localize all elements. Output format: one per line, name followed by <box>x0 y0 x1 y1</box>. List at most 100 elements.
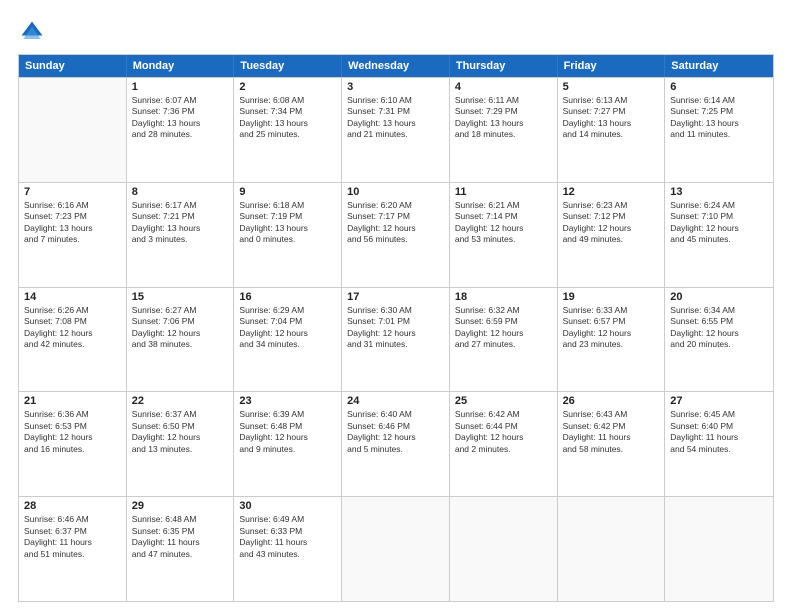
day-cell-5: 5 Sunrise: 6:13 AM Sunset: 7:27 PM Daylig… <box>558 78 666 182</box>
day-info: Sunrise: 6:36 AM Sunset: 6:53 PM Dayligh… <box>24 409 121 455</box>
day-number: 23 <box>239 395 336 407</box>
calendar-row-1: 1 Sunrise: 6:07 AM Sunset: 7:36 PM Daylig… <box>19 77 773 182</box>
day-number: 22 <box>132 395 229 407</box>
weekday-header-friday: Friday <box>558 55 666 77</box>
day-number: 16 <box>239 291 336 303</box>
day-cell-28: 28 Sunrise: 6:46 AM Sunset: 6:37 PM Dayli… <box>19 497 127 601</box>
weekday-header-saturday: Saturday <box>665 55 773 77</box>
day-cell-4: 4 Sunrise: 6:11 AM Sunset: 7:29 PM Daylig… <box>450 78 558 182</box>
day-number: 21 <box>24 395 121 407</box>
calendar: SundayMondayTuesdayWednesdayThursdayFrid… <box>18 54 774 602</box>
day-info: Sunrise: 6:34 AM Sunset: 6:55 PM Dayligh… <box>670 305 768 351</box>
day-number: 27 <box>670 395 768 407</box>
day-info: Sunrise: 6:23 AM Sunset: 7:12 PM Dayligh… <box>563 200 660 246</box>
day-number: 18 <box>455 291 552 303</box>
day-cell-7: 7 Sunrise: 6:16 AM Sunset: 7:23 PM Daylig… <box>19 183 127 287</box>
day-cell-16: 16 Sunrise: 6:29 AM Sunset: 7:04 PM Dayli… <box>234 288 342 392</box>
day-info: Sunrise: 6:26 AM Sunset: 7:08 PM Dayligh… <box>24 305 121 351</box>
day-info: Sunrise: 6:20 AM Sunset: 7:17 PM Dayligh… <box>347 200 444 246</box>
day-info: Sunrise: 6:11 AM Sunset: 7:29 PM Dayligh… <box>455 95 552 141</box>
day-number: 9 <box>239 186 336 198</box>
day-info: Sunrise: 6:16 AM Sunset: 7:23 PM Dayligh… <box>24 200 121 246</box>
day-cell-3: 3Sunrise: 6:10 AM Sunset: 7:31 PM Daylig… <box>342 78 450 182</box>
day-info: Sunrise: 6:43 AM Sunset: 6:42 PM Dayligh… <box>563 409 660 455</box>
weekday-header-sunday: Sunday <box>19 55 127 77</box>
weekday-header-thursday: Thursday <box>450 55 558 77</box>
day-cell-empty <box>19 78 127 182</box>
day-info: Sunrise: 6:27 AM Sunset: 7:06 PM Dayligh… <box>132 305 229 351</box>
day-cell-6: 6 Sunrise: 6:14 AM Sunset: 7:25 PM Daylig… <box>665 78 773 182</box>
day-number: 3 <box>347 81 444 93</box>
calendar-row-4: 21 Sunrise: 6:36 AM Sunset: 6:53 PM Dayli… <box>19 391 773 496</box>
day-cell-10: 10 Sunrise: 6:20 AM Sunset: 7:17 PM Dayli… <box>342 183 450 287</box>
calendar-header: SundayMondayTuesdayWednesdayThursdayFrid… <box>19 55 773 77</box>
day-number: 17 <box>347 291 444 303</box>
day-cell-empty <box>342 497 450 601</box>
day-cell-24: 24Sunrise: 6:40 AM Sunset: 6:46 PM Dayli… <box>342 392 450 496</box>
day-info: Sunrise: 6:48 AM Sunset: 6:35 PM Dayligh… <box>132 514 229 560</box>
day-info: Sunrise: 6:40 AM Sunset: 6:46 PM Dayligh… <box>347 409 444 455</box>
day-cell-19: 19Sunrise: 6:33 AM Sunset: 6:57 PM Dayli… <box>558 288 666 392</box>
calendar-row-2: 7 Sunrise: 6:16 AM Sunset: 7:23 PM Daylig… <box>19 182 773 287</box>
day-info: Sunrise: 6:13 AM Sunset: 7:27 PM Dayligh… <box>563 95 660 141</box>
logo-icon <box>18 18 46 46</box>
day-cell-30: 30Sunrise: 6:49 AM Sunset: 6:33 PM Dayli… <box>234 497 342 601</box>
day-number: 29 <box>132 500 229 512</box>
day-number: 5 <box>563 81 660 93</box>
day-cell-15: 15 Sunrise: 6:27 AM Sunset: 7:06 PM Dayli… <box>127 288 235 392</box>
day-info: Sunrise: 6:08 AM Sunset: 7:34 PM Dayligh… <box>239 95 336 141</box>
calendar-body: 1 Sunrise: 6:07 AM Sunset: 7:36 PM Daylig… <box>19 77 773 601</box>
day-cell-25: 25 Sunrise: 6:42 AM Sunset: 6:44 PM Dayli… <box>450 392 558 496</box>
day-info: Sunrise: 6:32 AM Sunset: 6:59 PM Dayligh… <box>455 305 552 351</box>
day-cell-18: 18 Sunrise: 6:32 AM Sunset: 6:59 PM Dayli… <box>450 288 558 392</box>
day-cell-empty <box>450 497 558 601</box>
day-number: 26 <box>563 395 660 407</box>
day-info: Sunrise: 6:29 AM Sunset: 7:04 PM Dayligh… <box>239 305 336 351</box>
day-number: 1 <box>132 81 229 93</box>
day-info: Sunrise: 6:17 AM Sunset: 7:21 PM Dayligh… <box>132 200 229 246</box>
day-info: Sunrise: 6:45 AM Sunset: 6:40 PM Dayligh… <box>670 409 768 455</box>
day-number: 15 <box>132 291 229 303</box>
day-cell-22: 22 Sunrise: 6:37 AM Sunset: 6:50 PM Dayli… <box>127 392 235 496</box>
day-info: Sunrise: 6:39 AM Sunset: 6:48 PM Dayligh… <box>239 409 336 455</box>
day-number: 28 <box>24 500 121 512</box>
day-cell-13: 13 Sunrise: 6:24 AM Sunset: 7:10 PM Dayli… <box>665 183 773 287</box>
day-number: 2 <box>239 81 336 93</box>
header <box>18 18 774 46</box>
page: SundayMondayTuesdayWednesdayThursdayFrid… <box>0 0 792 612</box>
day-number: 25 <box>455 395 552 407</box>
day-cell-8: 8Sunrise: 6:17 AM Sunset: 7:21 PM Daylig… <box>127 183 235 287</box>
weekday-header-tuesday: Tuesday <box>234 55 342 77</box>
day-cell-26: 26 Sunrise: 6:43 AM Sunset: 6:42 PM Dayli… <box>558 392 666 496</box>
day-number: 7 <box>24 186 121 198</box>
day-info: Sunrise: 6:07 AM Sunset: 7:36 PM Dayligh… <box>132 95 229 141</box>
day-info: Sunrise: 6:46 AM Sunset: 6:37 PM Dayligh… <box>24 514 121 560</box>
day-cell-27: 27 Sunrise: 6:45 AM Sunset: 6:40 PM Dayli… <box>665 392 773 496</box>
calendar-row-5: 28 Sunrise: 6:46 AM Sunset: 6:37 PM Dayli… <box>19 496 773 601</box>
day-info: Sunrise: 6:37 AM Sunset: 6:50 PM Dayligh… <box>132 409 229 455</box>
day-cell-empty <box>558 497 666 601</box>
day-cell-empty <box>665 497 773 601</box>
day-number: 30 <box>239 500 336 512</box>
day-cell-12: 12 Sunrise: 6:23 AM Sunset: 7:12 PM Dayli… <box>558 183 666 287</box>
day-number: 13 <box>670 186 768 198</box>
day-cell-2: 2 Sunrise: 6:08 AM Sunset: 7:34 PM Daylig… <box>234 78 342 182</box>
day-info: Sunrise: 6:42 AM Sunset: 6:44 PM Dayligh… <box>455 409 552 455</box>
day-cell-1: 1 Sunrise: 6:07 AM Sunset: 7:36 PM Daylig… <box>127 78 235 182</box>
day-number: 6 <box>670 81 768 93</box>
day-number: 10 <box>347 186 444 198</box>
day-number: 11 <box>455 186 552 198</box>
day-info: Sunrise: 6:30 AM Sunset: 7:01 PM Dayligh… <box>347 305 444 351</box>
day-info: Sunrise: 6:18 AM Sunset: 7:19 PM Dayligh… <box>239 200 336 246</box>
weekday-header-monday: Monday <box>127 55 235 77</box>
day-number: 4 <box>455 81 552 93</box>
day-info: Sunrise: 6:14 AM Sunset: 7:25 PM Dayligh… <box>670 95 768 141</box>
day-cell-20: 20Sunrise: 6:34 AM Sunset: 6:55 PM Dayli… <box>665 288 773 392</box>
day-cell-29: 29 Sunrise: 6:48 AM Sunset: 6:35 PM Dayli… <box>127 497 235 601</box>
calendar-row-3: 14 Sunrise: 6:26 AM Sunset: 7:08 PM Dayli… <box>19 287 773 392</box>
day-info: Sunrise: 6:24 AM Sunset: 7:10 PM Dayligh… <box>670 200 768 246</box>
day-number: 12 <box>563 186 660 198</box>
day-cell-14: 14 Sunrise: 6:26 AM Sunset: 7:08 PM Dayli… <box>19 288 127 392</box>
day-info: Sunrise: 6:33 AM Sunset: 6:57 PM Dayligh… <box>563 305 660 351</box>
day-number: 14 <box>24 291 121 303</box>
